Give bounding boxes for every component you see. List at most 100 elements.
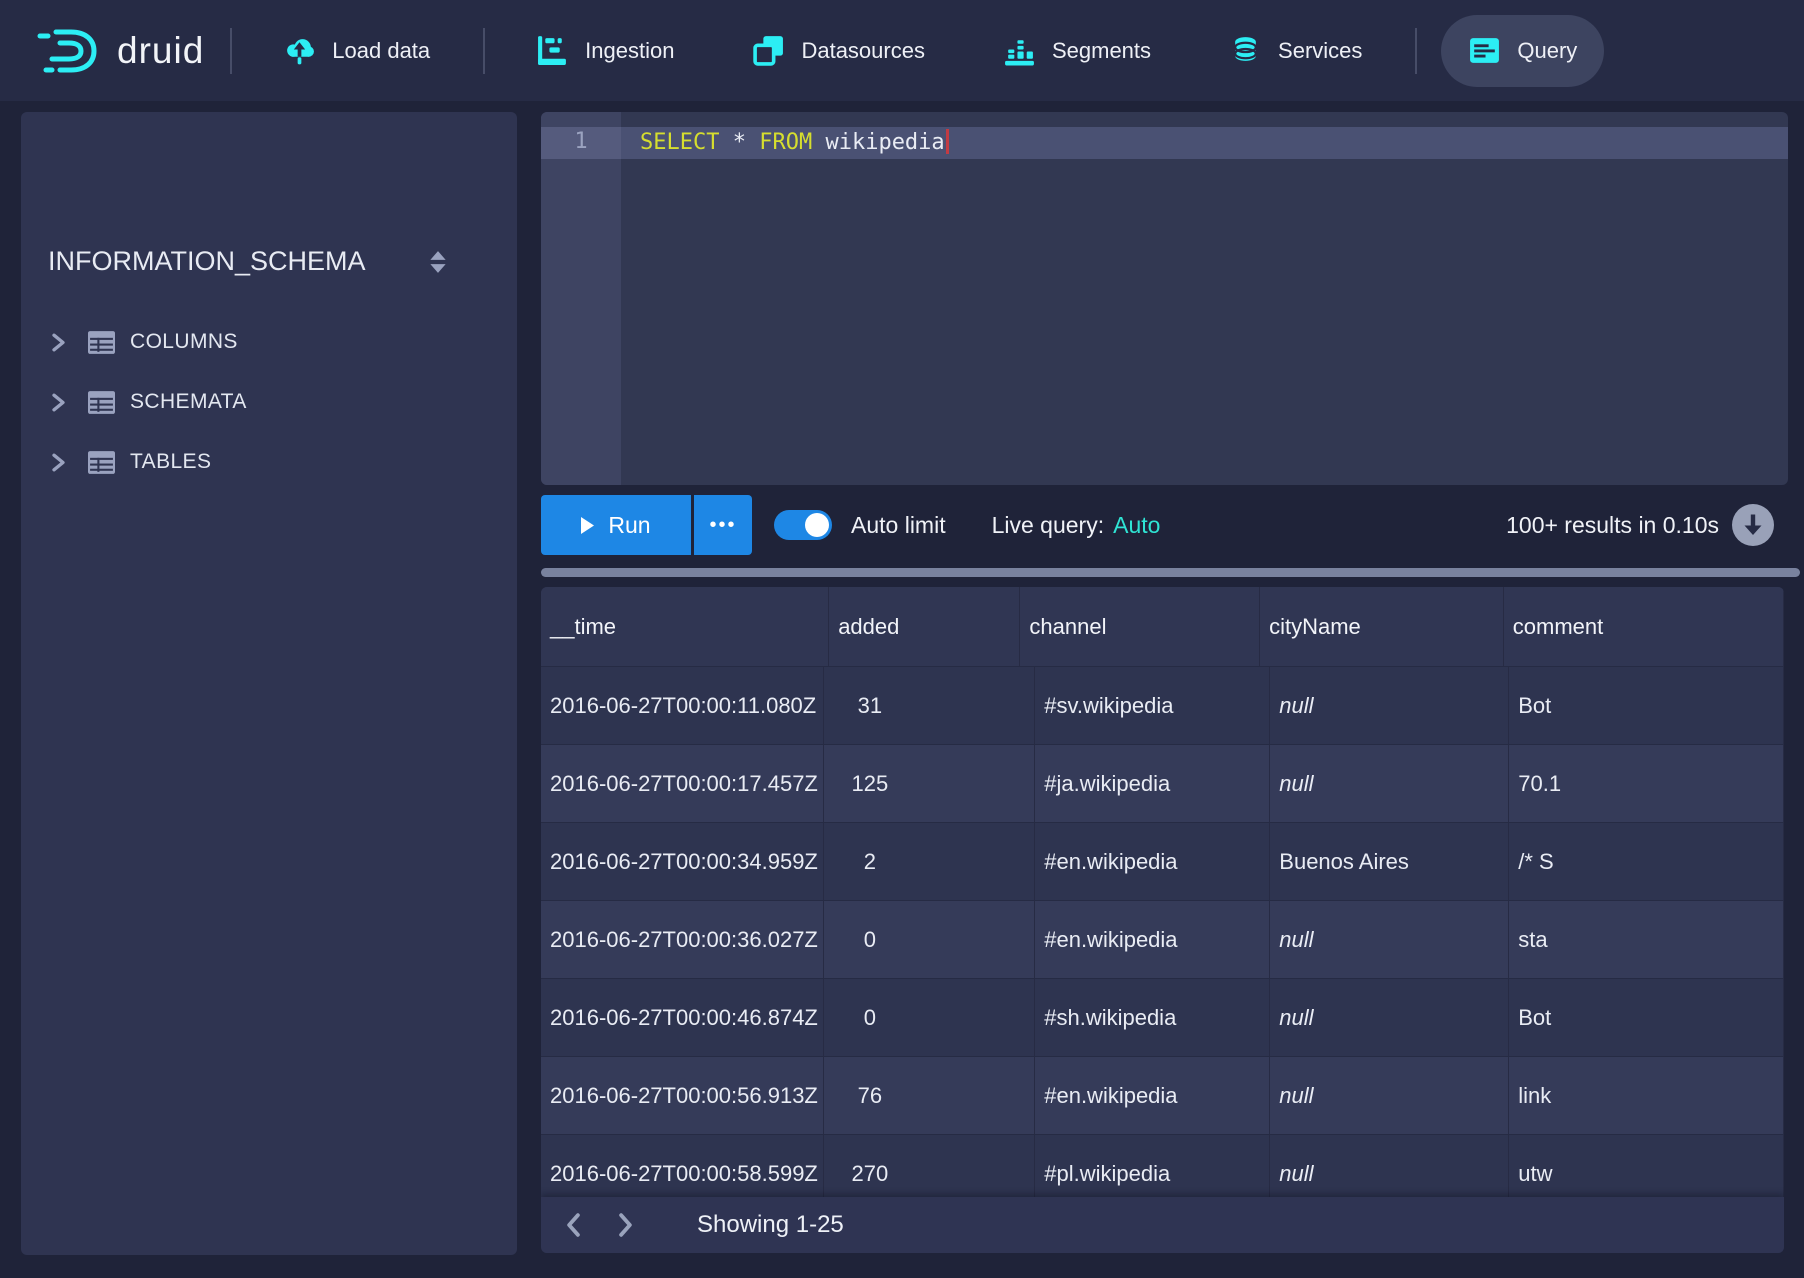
cell-time: 2016-06-27T00:00:56.913Z (541, 1057, 824, 1134)
run-more-button[interactable]: ••• (694, 495, 752, 555)
table-row[interactable]: 2016-06-27T00:00:46.874Z 0 #sh.wikipedia… (541, 979, 1784, 1057)
nav-item-label: Segments (1052, 38, 1151, 64)
column-header-channel[interactable]: channel (1020, 587, 1260, 666)
sidebar-item-tables[interactable]: TABLES (21, 432, 517, 492)
sidebar-item-columns[interactable]: COLUMNS (21, 312, 517, 372)
pagination-bar: Showing 1-25 (541, 1197, 1784, 1253)
brand-name: druid (117, 30, 204, 72)
cloud-upload-icon (283, 34, 316, 67)
next-page-button[interactable] (605, 1205, 645, 1245)
live-query-label: Live query: (992, 512, 1105, 539)
play-icon (581, 517, 594, 534)
table-row[interactable]: 2016-06-27T00:00:56.913Z 76 #en.wikipedi… (541, 1057, 1784, 1135)
cell-channel: #ja.wikipedia (1035, 745, 1270, 822)
column-header-cityname[interactable]: cityName (1260, 587, 1504, 666)
chevron-right-icon (51, 453, 66, 472)
table-row[interactable]: 2016-06-27T00:00:17.457Z 125 #ja.wikiped… (541, 745, 1784, 823)
results-table: __time added channel cityName comment 20… (541, 587, 1784, 1253)
download-icon[interactable] (1732, 504, 1774, 546)
cell-channel: #en.wikipedia (1035, 901, 1270, 978)
editor-gutter (541, 112, 621, 485)
nav-divider (230, 28, 232, 74)
nav-item-label: Services (1278, 38, 1362, 64)
query-icon (1468, 34, 1501, 67)
schema-table-list: COLUMNS SCHEMATA (21, 312, 517, 492)
column-header-added[interactable]: added (829, 587, 1020, 666)
more-icon: ••• (709, 514, 736, 537)
run-button[interactable]: Run (541, 495, 691, 555)
cell-time: 2016-06-27T00:00:34.959Z (541, 823, 824, 900)
sidebar-item-label: SCHEMATA (130, 390, 247, 414)
sql-editor[interactable]: 1 SELECT * FROM wikipedia (541, 112, 1788, 485)
druid-logo[interactable]: druid (35, 23, 204, 79)
sql-query-text[interactable]: SELECT * FROM wikipedia (640, 129, 949, 155)
top-nav-bar: druid Load data (0, 0, 1804, 101)
schema-title: INFORMATION_SCHEMA (48, 246, 366, 277)
double-caret-vertical-icon[interactable] (429, 250, 447, 274)
column-header-time[interactable]: __time (541, 587, 829, 666)
cell-added: 31 (824, 667, 1036, 744)
cell-city: null (1270, 901, 1509, 978)
chevron-right-icon (51, 393, 66, 412)
cell-time: 2016-06-27T00:00:17.457Z (541, 745, 824, 822)
cell-channel: #en.wikipedia (1035, 823, 1270, 900)
nav-item-query[interactable]: Query (1441, 15, 1604, 87)
sidebar-item-label: TABLES (130, 450, 211, 474)
cell-added: 2 (824, 823, 1036, 900)
toggle-knob (805, 513, 829, 537)
cell-comment: Bot (1509, 979, 1784, 1056)
auto-limit-toggle[interactable] (774, 510, 832, 540)
line-number: 1 (541, 129, 621, 154)
query-toolbar: Run ••• Auto limit Live query: Auto 100+… (541, 495, 1788, 555)
nav-item-ingestion[interactable]: Ingestion (509, 15, 701, 87)
chevron-right-icon (617, 1213, 634, 1237)
text-cursor (946, 129, 949, 154)
table-row[interactable]: 2016-06-27T00:00:11.080Z 31 #sv.wikipedi… (541, 667, 1784, 745)
sql-keyword: FROM (759, 130, 812, 155)
table-icon (88, 331, 115, 354)
sql-keyword: SELECT (640, 130, 719, 155)
nav-item-segments[interactable]: Segments (976, 15, 1178, 87)
sidebar-item-schemata[interactable]: SCHEMATA (21, 372, 517, 432)
cell-added: 0 (824, 901, 1036, 978)
ingestion-icon (536, 34, 569, 67)
cell-added: 125 (824, 745, 1036, 822)
cell-city: null (1270, 667, 1509, 744)
nav-divider (483, 28, 485, 74)
nav-item-load-data[interactable]: Load data (256, 15, 457, 87)
cell-channel: #sv.wikipedia (1035, 667, 1270, 744)
cell-comment: Bot (1509, 667, 1784, 744)
nav-item-label: Load data (332, 38, 430, 64)
column-header-comment[interactable]: comment (1504, 587, 1784, 666)
previous-page-button[interactable] (553, 1205, 593, 1245)
pagination-label: Showing 1-25 (697, 1211, 844, 1239)
cell-channel: #sh.wikipedia (1035, 979, 1270, 1056)
chevron-right-icon (51, 333, 66, 352)
table-row[interactable]: 2016-06-27T00:00:34.959Z 2 #en.wikipedia… (541, 823, 1784, 901)
cell-comment: 70.1 (1509, 745, 1784, 822)
sql-star: * (719, 130, 759, 155)
horizontal-scrollbar[interactable] (541, 568, 1800, 577)
datasources-icon (752, 34, 785, 67)
cell-comment: link (1509, 1057, 1784, 1134)
cell-channel: #en.wikipedia (1035, 1057, 1270, 1134)
cell-time: 2016-06-27T00:00:36.027Z (541, 901, 824, 978)
live-query-value[interactable]: Auto (1113, 512, 1160, 539)
segments-icon (1003, 34, 1036, 67)
cell-time: 2016-06-27T00:00:46.874Z (541, 979, 824, 1056)
chevron-left-icon (565, 1213, 582, 1237)
nav-item-datasources[interactable]: Datasources (725, 15, 952, 87)
cell-added: 76 (824, 1057, 1036, 1134)
results-summary: 100+ results in 0.10s (1506, 512, 1719, 539)
cell-city: null (1270, 979, 1509, 1056)
nav-item-services[interactable]: Services (1202, 15, 1389, 87)
table-icon (88, 391, 115, 414)
nav-item-label: Datasources (801, 38, 925, 64)
cell-time: 2016-06-27T00:00:11.080Z (541, 667, 824, 744)
services-icon (1229, 34, 1262, 67)
schema-sidebar: INFORMATION_SCHEMA COLUMNS (21, 112, 517, 1255)
table-icon (88, 451, 115, 474)
auto-limit-label: Auto limit (851, 512, 946, 539)
cell-city: null (1270, 745, 1509, 822)
table-row[interactable]: 2016-06-27T00:00:36.027Z 0 #en.wikipedia… (541, 901, 1784, 979)
